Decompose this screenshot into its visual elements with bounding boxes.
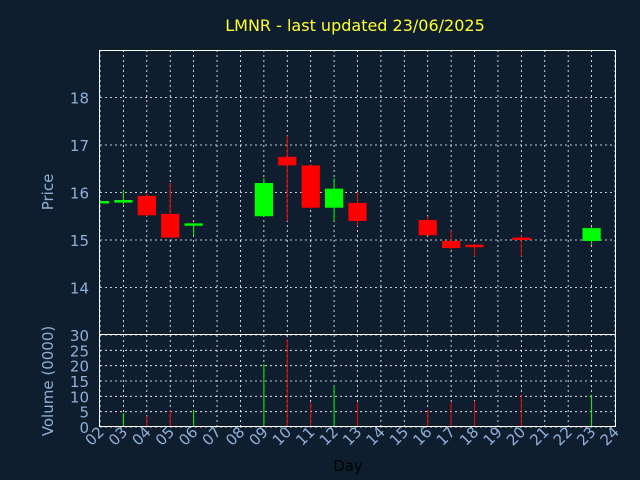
chart-title: LMNR - last updated 23/06/2025 xyxy=(225,16,485,35)
candle-body xyxy=(137,195,156,216)
day-tick-label: 03 xyxy=(105,423,131,449)
candle-body xyxy=(348,202,367,221)
day-axis-label: Day xyxy=(333,457,363,475)
candle-body xyxy=(100,201,110,204)
volume-tick-label: 5 xyxy=(79,404,89,422)
price-tick-label: 16 xyxy=(70,185,89,203)
price-tick-labels: 14 15 16 17 18 xyxy=(70,90,89,298)
price-tick-label: 17 xyxy=(70,137,89,155)
day-tick-labels: 0203040506070809101112131415161718192021… xyxy=(82,423,623,449)
volume-tick-label: 20 xyxy=(70,358,89,376)
stock-chart: LMNR - last updated 23/06/2025 141516171… xyxy=(39,16,623,475)
candle-body xyxy=(278,156,297,166)
day-tick-label: 15 xyxy=(386,423,412,449)
volume-tick-label: 15 xyxy=(70,373,89,391)
candle-body xyxy=(418,220,437,236)
candle-body xyxy=(582,228,601,241)
candle-body xyxy=(161,213,180,238)
volume-tick-labels: 051015202530 xyxy=(70,327,89,437)
candle-body xyxy=(442,240,461,249)
volume-tick-label: 30 xyxy=(70,327,89,345)
price-tick-label: 15 xyxy=(70,232,89,250)
candle-body xyxy=(301,165,320,208)
day-tick-label: 06 xyxy=(175,423,201,449)
price-tick-label: 18 xyxy=(70,90,89,108)
candle-body xyxy=(254,183,273,217)
day-tick-label: 22 xyxy=(550,423,576,449)
candle-body xyxy=(512,237,531,240)
candle-body xyxy=(114,200,133,203)
candle-body xyxy=(324,188,344,208)
volume-axis-label: Volume (0000) xyxy=(39,326,57,436)
candle-body xyxy=(184,223,203,226)
candles-layer xyxy=(99,135,601,257)
volume-tick-label: 10 xyxy=(70,388,89,406)
candle-body xyxy=(465,244,484,248)
price-tick-label: 14 xyxy=(70,280,89,298)
volume-bars-layer xyxy=(122,339,593,427)
volume-tick-label: 25 xyxy=(70,342,89,360)
day-tick-label: 12 xyxy=(316,423,342,449)
day-tick-label: 09 xyxy=(245,423,271,449)
price-axis-label: Price xyxy=(39,174,57,211)
